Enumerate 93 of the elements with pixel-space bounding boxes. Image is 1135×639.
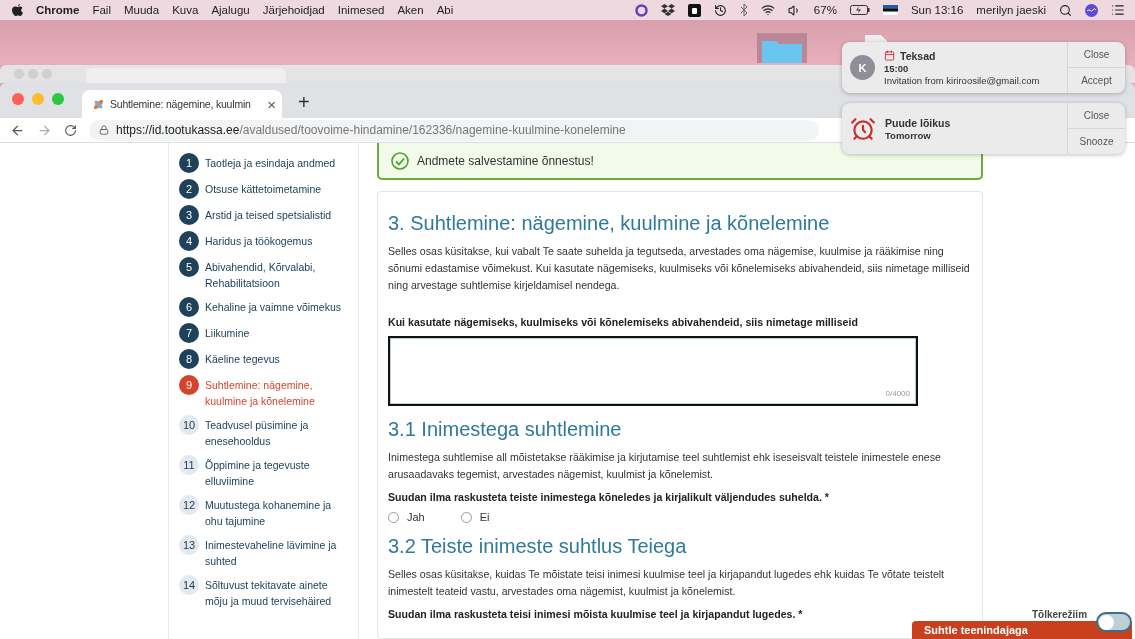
step-number: 4: [179, 231, 199, 251]
browser-tab[interactable]: Suhtlemine: nägemine, kuulmin ×: [82, 90, 282, 118]
menu-item[interactable]: Abi: [436, 4, 454, 16]
menu-item[interactable]: Inimesed: [337, 4, 385, 16]
notification-text: Invitation from kiriroosile@gmail.com: [884, 74, 1040, 86]
subsection-title: 3.2 Teiste inimeste suhtlus Teiega: [388, 535, 688, 558]
app-square-icon[interactable]: [687, 3, 701, 17]
question-text: Suudan ilma raskusteta teisi inimesi mõista kuulmise teel ja kirjapandut lugedes. *: [388, 608, 804, 620]
section-intro: Selles osas küsitakse, kui vabalt Te saate suhelda ja tegutseda, arvestades oma nägemise, kuulmise ja rääkimise ning sõnumi edastamise võimekust. Kui kasutate nägemiseks, kuulmiseks või kõnelemiseks abivahendeid, siis nimetage milliseid ning arvestage suhtlemise kirjeldamisel nendega.: [388, 244, 971, 293]
siri-icon[interactable]: [1085, 3, 1098, 17]
step-link[interactable]: Sõltuvust tekitavate ainete mõju ja muud tervisehäired: [205, 575, 347, 609]
step-number: 8: [179, 349, 199, 369]
battery-percent: 67%: [813, 4, 837, 16]
subsection-text: Selles osas küsitakse, kuidas Te mõistate teisi inimesi kuulmise teel ja kirjapandut lugedes ehk kuidas Te võtate teistelt inimestelt teateid vastu, arvestades oma nägemist, kuulmist ja kõnelemist.: [388, 567, 946, 599]
apple-logo-icon[interactable]: [12, 3, 23, 17]
battery-icon[interactable]: [849, 5, 870, 15]
radio-button[interactable]: [388, 511, 399, 523]
step-link[interactable]: Kehaline ja vaimne võimekus: [205, 297, 347, 315]
menu-item[interactable]: Ajalugu: [211, 4, 250, 16]
step-link[interactable]: Abivahendid, Kõrvalabi, Rehabilitatsioon: [205, 257, 347, 291]
app-menu[interactable]: Chrome: [36, 4, 80, 16]
history-icon[interactable]: [713, 3, 727, 17]
notification-action-button[interactable]: Close: [1068, 42, 1125, 68]
chat-button[interactable]: Suhtle teenindajaga: [912, 621, 1132, 639]
menu-item[interactable]: Muuda: [124, 4, 160, 16]
radio-option[interactable]: Ei: [460, 511, 490, 523]
address-bar[interactable]: https://id.tootukassa.ee/avaldused/toovoime-hindamine/162336/nagemine-kuulmine-konelemine: [89, 119, 819, 141]
subsection-text: Inimestega suhtlemise all mõistetakse rääkimise ja kirjutamise teel suhtlemist ehk iseseisvalt teistele inimestele enese arusaadavaks tegemist, arvestades nägemist, kuulmist ja kõnelemist.: [388, 450, 942, 482]
step-number: 9: [179, 375, 199, 395]
step-link[interactable]: Inimestevaheline lävimine ja suhted: [205, 535, 347, 569]
toggle-label: Tõlkerežiim: [1032, 609, 1088, 620]
menu-item[interactable]: Aken: [397, 4, 424, 16]
notification-time: 15:00: [884, 62, 910, 74]
menu-clock[interactable]: Sun 13:16: [910, 4, 964, 16]
menu-item[interactable]: Kuva: [172, 4, 199, 16]
back-button[interactable]: [10, 122, 25, 138]
search-icon[interactable]: [1059, 3, 1072, 17]
boxes-icon[interactable]: [660, 4, 675, 16]
tab-title: Suhtlemine: nägemine, kuulmin: [110, 98, 252, 110]
calendar-icon: [884, 50, 895, 61]
close-tab-button[interactable]: ×: [267, 95, 276, 113]
step-link[interactable]: Taotleja ja esindaja andmed: [205, 153, 347, 171]
step-number: 10: [179, 415, 199, 435]
menu-item[interactable]: Fail: [92, 4, 111, 16]
lock-icon: [99, 125, 109, 135]
notification-action-button[interactable]: Accept: [1068, 68, 1125, 93]
new-tab-button[interactable]: +: [292, 90, 316, 115]
step-link[interactable]: Teadvusel püsimine ja enesehooldus: [205, 415, 347, 449]
notification-title: Puude lõikus: [885, 116, 951, 129]
check-circle-icon: [391, 151, 409, 170]
flag-icon[interactable]: [882, 5, 898, 15]
step-number: 6: [179, 297, 199, 317]
step-link[interactable]: Haridus ja töökogemus: [205, 231, 347, 249]
user-name[interactable]: merilyn jaeski: [976, 4, 1046, 16]
bluetooth-icon[interactable]: [739, 4, 748, 16]
translation-toggle[interactable]: [1096, 612, 1132, 632]
alert-text: Andmete salvestamine õnnestus!: [417, 153, 594, 168]
alarm-clock-icon: [850, 115, 876, 142]
field-label: Kui kasutate nägemiseks, kuulmiseks või kõnelemiseks abivahendeid, siis nimetage milliseid: [388, 316, 859, 328]
step-link[interactable]: Muutustega kohanemine ja ohu tajumine: [205, 495, 347, 529]
step-number: 13: [179, 535, 199, 555]
question-text: Suudan ilma raskusteta teiste inimestega kõneledes ja kirjalikult väljendudes suhelda. *: [388, 491, 830, 503]
volume-icon[interactable]: [787, 3, 801, 17]
notification-title: Teksad: [900, 49, 936, 62]
contact-avatar: K: [850, 55, 875, 80]
step-number: 1: [179, 153, 199, 173]
step-link[interactable]: Arstid ja teised spetsialistid: [205, 205, 347, 223]
reload-button[interactable]: [64, 123, 77, 137]
step-link[interactable]: Liikumine: [205, 323, 347, 341]
character-counter: 0/4000: [885, 389, 910, 398]
step-number: 12: [179, 495, 199, 515]
step-number: 7: [179, 323, 199, 343]
radio-option[interactable]: Jah: [388, 511, 425, 523]
wifi-icon[interactable]: [760, 3, 775, 17]
step-number: 5: [179, 257, 199, 277]
menu-item[interactable]: Järjehoidjad: [262, 4, 325, 16]
radio-button[interactable]: [460, 511, 472, 523]
step-number: 3: [179, 205, 199, 225]
step-number: 11: [179, 455, 199, 475]
step-number: 14: [179, 575, 199, 595]
step-link[interactable]: Õppimine ja tegevuste elluviimine: [205, 455, 347, 489]
site-logo-icon: [92, 97, 105, 111]
notification-time: Tomorrow: [885, 129, 932, 141]
circle-app-icon[interactable]: [634, 3, 648, 17]
section-title: 3. Suhtlemine: nägemine, kuulmine ja kõnelemine: [388, 212, 831, 235]
notification-action-button[interactable]: Close: [1068, 103, 1125, 129]
step-link[interactable]: Suhtlemine: nägemine, kuulmine ja kõnelemine: [205, 375, 347, 409]
step-link[interactable]: Käeline tegevus: [205, 349, 347, 367]
subsection-title: 3.1 Inimestega suhtlemine: [388, 418, 623, 441]
list-icon[interactable]: [1111, 3, 1125, 17]
notification-action-button[interactable]: Snooze: [1068, 129, 1125, 154]
step-link[interactable]: Otsuse kättetoimetamine: [205, 179, 347, 197]
step-number: 2: [179, 179, 199, 199]
